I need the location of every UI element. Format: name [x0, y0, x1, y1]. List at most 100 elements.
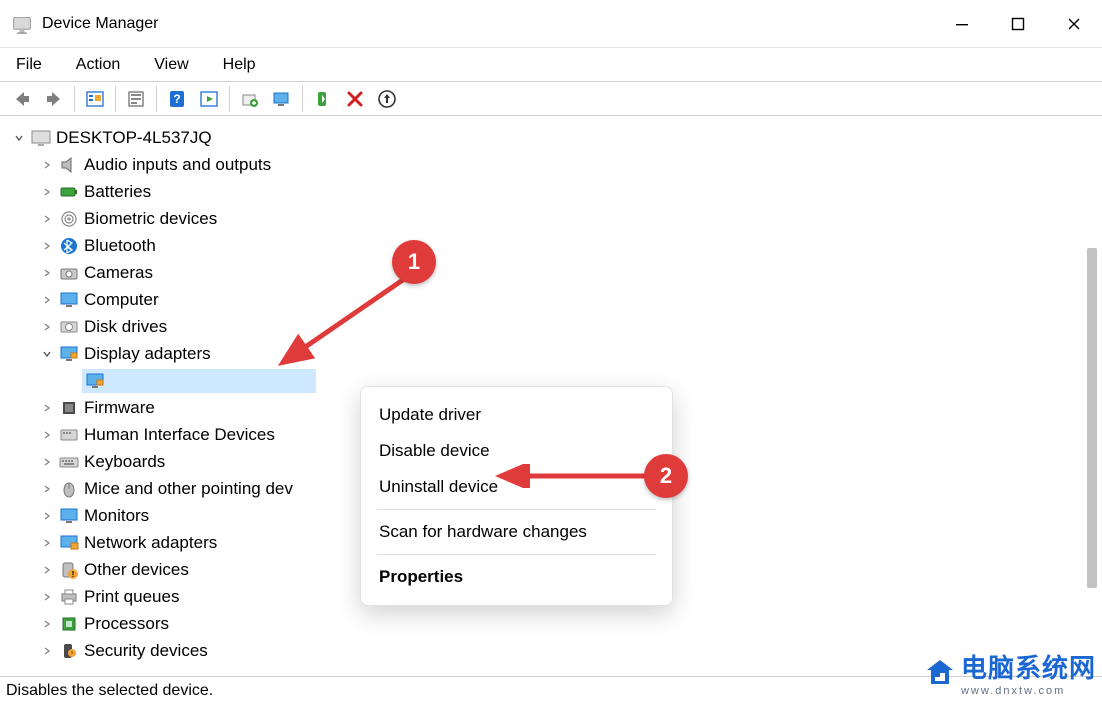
show-hide-tree-button[interactable]: [79, 85, 111, 113]
chevron-right-icon[interactable]: [38, 588, 56, 606]
fingerprint-icon: [58, 209, 80, 229]
warning-icon: !: [58, 560, 80, 580]
close-button[interactable]: [1046, 0, 1102, 47]
tree-root-label: DESKTOP-4L537JQ: [56, 128, 212, 148]
minimize-button[interactable]: [934, 0, 990, 47]
display-adapter-icon: [84, 371, 106, 391]
title-left: Device Manager: [12, 15, 159, 33]
ctx-properties[interactable]: Properties: [375, 559, 658, 595]
watermark-url: www.dnxtw.com: [961, 685, 1096, 697]
chevron-right-icon[interactable]: [38, 534, 56, 552]
status-text: Disables the selected device.: [6, 682, 213, 700]
toolbar-separator: [156, 86, 157, 112]
ctx-update-driver[interactable]: Update driver: [375, 397, 658, 433]
tree-item-display-adapters[interactable]: Display adapters: [10, 340, 1102, 367]
scrollbar-thumb[interactable]: [1087, 248, 1097, 588]
svg-text:!: !: [72, 570, 75, 579]
ctx-uninstall-device[interactable]: Uninstall device: [375, 469, 658, 505]
network-icon: [58, 533, 80, 553]
watermark: 电脑系统网 www.dnxtw.com: [925, 648, 1096, 697]
display-adapter-icon: [58, 344, 80, 364]
back-button[interactable]: [6, 85, 38, 113]
security-icon: [58, 641, 80, 661]
toolbar-separator: [74, 86, 75, 112]
menu-help[interactable]: Help: [219, 52, 260, 78]
title-bar: Device Manager: [0, 0, 1102, 48]
menu-action[interactable]: Action: [72, 52, 124, 78]
ctx-disable-device[interactable]: Disable device: [375, 433, 658, 469]
maximize-button[interactable]: [990, 0, 1046, 47]
cpu-icon: [58, 614, 80, 634]
vertical-scrollbar[interactable]: [1084, 248, 1100, 636]
chevron-right-icon[interactable]: [38, 399, 56, 417]
camera-icon: [58, 263, 80, 283]
update-driver-button[interactable]: [234, 85, 266, 113]
ctx-separator: [377, 554, 656, 555]
battery-icon: [58, 182, 80, 202]
bluetooth-icon: [58, 236, 80, 256]
chevron-right-icon[interactable]: [38, 156, 56, 174]
chevron-down-icon[interactable]: [38, 345, 56, 363]
tree-item-bluetooth[interactable]: Bluetooth: [10, 232, 1102, 259]
properties-button[interactable]: [120, 85, 152, 113]
toolbar: ?: [0, 82, 1102, 116]
device-manager-icon: [12, 15, 32, 33]
monitor-icon: [58, 290, 80, 310]
tree-root-row[interactable]: DESKTOP-4L537JQ: [10, 124, 1102, 151]
selected-device-row[interactable]: [82, 369, 316, 393]
annotation-badge-1: 1: [392, 240, 436, 284]
chevron-right-icon[interactable]: [38, 183, 56, 201]
printer-icon: [58, 587, 80, 607]
forward-button[interactable]: [38, 85, 70, 113]
chevron-right-icon[interactable]: [38, 561, 56, 579]
tree-item-disk[interactable]: Disk drives: [10, 313, 1102, 340]
chevron-right-icon[interactable]: [38, 237, 56, 255]
ctx-scan-hardware[interactable]: Scan for hardware changes: [375, 514, 658, 550]
disable-device-button[interactable]: [266, 85, 298, 113]
speaker-icon: [58, 155, 80, 175]
context-menu: Update driver Disable device Uninstall d…: [360, 386, 673, 606]
tree-item-audio[interactable]: Audio inputs and outputs: [10, 151, 1102, 178]
chevron-right-icon[interactable]: [38, 507, 56, 525]
menu-file[interactable]: File: [12, 52, 46, 78]
chevron-right-icon[interactable]: [38, 642, 56, 660]
window-title: Device Manager: [42, 15, 159, 33]
tree-item-computer[interactable]: Computer: [10, 286, 1102, 313]
tree-item-processors[interactable]: Processors: [10, 610, 1102, 637]
enable-device-button[interactable]: [307, 85, 339, 113]
menu-bar: File Action View Help: [0, 48, 1102, 82]
uninstall-device-button[interactable]: [339, 85, 371, 113]
chip-icon: [58, 398, 80, 418]
ctx-separator: [377, 509, 656, 510]
chevron-right-icon[interactable]: [38, 615, 56, 633]
toolbar-separator: [302, 86, 303, 112]
watermark-logo-icon: [925, 658, 955, 688]
chevron-right-icon[interactable]: [38, 210, 56, 228]
svg-text:?: ?: [173, 92, 180, 106]
hid-icon: [58, 425, 80, 445]
computer-icon: [30, 128, 52, 148]
chevron-right-icon[interactable]: [38, 480, 56, 498]
toolbar-separator: [229, 86, 230, 112]
tree-item-cameras[interactable]: Cameras: [10, 259, 1102, 286]
monitor-icon: [58, 506, 80, 526]
chevron-right-icon[interactable]: [38, 453, 56, 471]
title-buttons: [934, 0, 1102, 47]
toolbar-separator: [115, 86, 116, 112]
keyboard-icon: [58, 452, 80, 472]
scan-hardware-button[interactable]: [371, 85, 403, 113]
chevron-right-icon[interactable]: [38, 291, 56, 309]
tree-item-batteries[interactable]: Batteries: [10, 178, 1102, 205]
annotation-badge-2: 2: [644, 454, 688, 498]
watermark-text: 电脑系统网: [961, 653, 1096, 683]
help-button[interactable]: ?: [161, 85, 193, 113]
action-button[interactable]: [193, 85, 225, 113]
chevron-right-icon[interactable]: [38, 264, 56, 282]
expand-toggle-icon[interactable]: [10, 129, 28, 147]
chevron-right-icon[interactable]: [38, 318, 56, 336]
mouse-icon: [58, 479, 80, 499]
disk-icon: [58, 317, 80, 337]
menu-view[interactable]: View: [150, 52, 192, 78]
chevron-right-icon[interactable]: [38, 426, 56, 444]
tree-item-biometric[interactable]: Biometric devices: [10, 205, 1102, 232]
